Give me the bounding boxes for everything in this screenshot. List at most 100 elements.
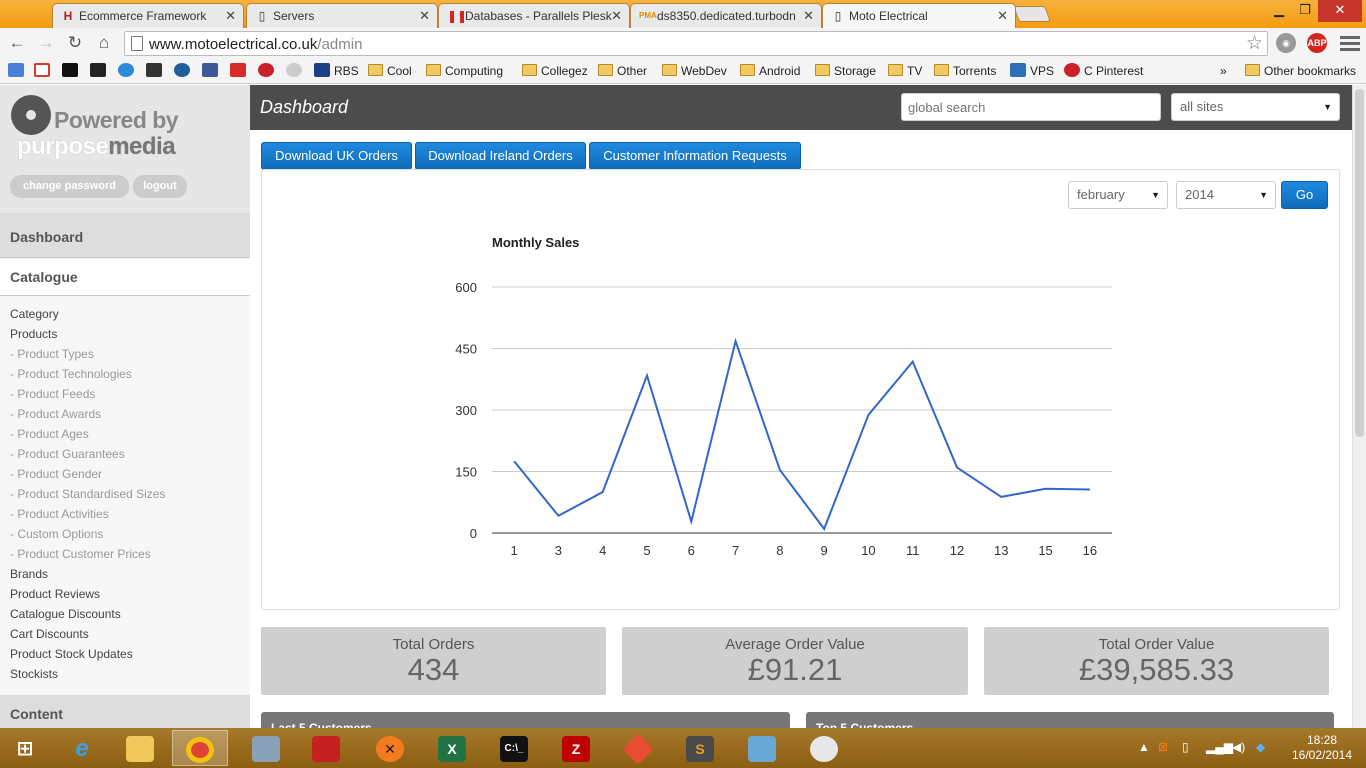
close-tab-icon[interactable]: ✕ <box>611 8 622 24</box>
logout-button[interactable]: logout <box>133 175 187 198</box>
bookmark-computing[interactable]: Computing <box>426 62 503 80</box>
wifi-signal-icon[interactable]: ▂▄▆ <box>1206 740 1233 754</box>
filezilla-icon[interactable]: Z <box>548 730 604 766</box>
xampp-icon[interactable]: ✕ <box>362 730 418 766</box>
sidebar-link[interactable]: - Product Activities <box>10 507 165 527</box>
pinterest-bookmark-icon[interactable] <box>258 62 278 80</box>
bookmark-tv[interactable]: TV <box>888 62 922 80</box>
bookmarks-overflow-chevron-icon[interactable]: » <box>1220 62 1227 80</box>
show-hidden-icons-icon[interactable]: ▲ <box>1138 740 1150 754</box>
command-prompt-icon[interactable]: C:\_ <box>486 730 542 766</box>
chrome-taskbar-icon[interactable] <box>172 730 228 766</box>
fish-bookmark-icon[interactable] <box>174 62 194 80</box>
bookmark-storage[interactable]: Storage <box>815 62 876 80</box>
xampp-tray-icon[interactable]: ⊠ <box>1158 740 1168 754</box>
bookmark-cool[interactable]: Cool <box>368 62 412 80</box>
browser-tab-databases[interactable]: ❚❚ Databases - Parallels Plesk ✕ <box>438 3 630 28</box>
bookmark-other[interactable]: Other <box>598 62 647 80</box>
network-computer-icon[interactable] <box>238 730 294 766</box>
bookmark-android[interactable]: Android <box>740 62 800 80</box>
close-tab-icon[interactable]: ✕ <box>997 8 1008 24</box>
facebook-bookmark-icon[interactable] <box>202 62 222 80</box>
dropbox-icon[interactable]: ◆ <box>1256 740 1265 754</box>
forward-arrow-icon[interactable]: → <box>35 32 57 54</box>
gmail-bookmark-icon[interactable] <box>34 62 54 80</box>
sidebar-link[interactable]: Product Stock Updates <box>10 647 165 667</box>
bookmark-pinterest[interactable]: C Pinterest <box>1064 62 1143 80</box>
sidebar-link[interactable]: Catalogue Discounts <box>10 607 165 627</box>
home-icon[interactable]: ⌂ <box>93 32 115 54</box>
close-tab-icon[interactable]: ✕ <box>803 8 814 24</box>
adblock-plus-icon[interactable]: ABP <box>1307 33 1327 53</box>
browser-tab-phpmyadmin[interactable]: PMA ds8350.dedicated.turbodn ✕ <box>630 3 822 28</box>
sidebar-link[interactable]: Product Reviews <box>10 587 165 607</box>
n-bookmark-icon[interactable] <box>62 62 82 80</box>
change-password-button[interactable]: change password <box>10 175 129 198</box>
browser-tab-ecommerce[interactable]: H Ecommerce Framework ✕ <box>52 3 244 28</box>
sidebar-link[interactable]: - Product Types <box>10 347 165 367</box>
device-tray-icon[interactable]: ▯ <box>1182 740 1189 754</box>
back-arrow-icon[interactable]: ← <box>6 32 28 54</box>
photo-viewer-icon[interactable] <box>734 730 790 766</box>
download-ireland-orders-button[interactable]: Download Ireland Orders <box>415 142 586 170</box>
global-search-input[interactable] <box>901 93 1161 121</box>
git-icon[interactable] <box>610 730 666 766</box>
sidebar-link[interactable]: - Custom Options <box>10 527 165 547</box>
sidebar-link[interactable]: - Product Customer Prices <box>10 547 165 567</box>
sidebar-item-content[interactable]: Content <box>0 695 250 728</box>
chrome-menu-icon[interactable] <box>1340 33 1360 53</box>
close-window-icon[interactable]: ✕ <box>1318 0 1362 22</box>
sidebar-link[interactable]: - Product Awards <box>10 407 165 427</box>
reddit-bookmark-icon[interactable] <box>286 62 306 80</box>
sidebar-item-dashboard[interactable]: Dashboard <box>0 213 250 258</box>
lw-bookmark-icon[interactable] <box>90 62 110 80</box>
sidebar-link[interactable]: Products <box>10 327 165 347</box>
bookmark-torrents[interactable]: Torrents <box>934 62 996 80</box>
sidebar-link[interactable]: Brands <box>10 567 165 587</box>
bookmark-star-icon[interactable]: ☆ <box>1246 32 1263 55</box>
sidebar-link[interactable]: Category <box>10 307 165 327</box>
sublime-text-icon[interactable]: S <box>672 730 728 766</box>
sidebar-link[interactable]: - Product Gender <box>10 467 165 487</box>
system-clock[interactable]: 18:28 16/02/2014 <box>1282 733 1362 763</box>
horse-bookmark-icon[interactable] <box>146 62 166 80</box>
bookmark-other-bookmarks[interactable]: Other bookmarks <box>1245 62 1356 80</box>
globe-extension-icon[interactable]: ◉ <box>1276 33 1296 53</box>
browser-tab-moto-electrical[interactable]: ▯ Moto Electrical ✕ <box>822 3 1016 28</box>
close-tab-icon[interactable]: ✕ <box>225 8 236 24</box>
browser-tab-servers[interactable]: ▯ Servers ✕ <box>246 3 438 28</box>
bookmark-collegez[interactable]: Collegez <box>522 62 588 80</box>
reload-icon[interactable]: ↻ <box>64 32 86 54</box>
close-tab-icon[interactable]: ✕ <box>419 8 430 24</box>
address-bar[interactable]: www.motoelectrical.co.uk/admin ☆ <box>124 31 1268 56</box>
sidebar-link[interactable]: - Product Standardised Sizes <box>10 487 165 507</box>
google-plus-bookmark-icon[interactable] <box>8 62 28 80</box>
sidebar-link[interactable]: - Product Ages <box>10 427 165 447</box>
sidebar-link[interactable]: - Product Feeds <box>10 387 165 407</box>
download-uk-orders-button[interactable]: Download UK Orders <box>261 142 412 170</box>
minimize-icon[interactable]: ▁ <box>1266 0 1292 22</box>
customer-information-requests-button[interactable]: Customer Information Requests <box>589 142 801 170</box>
adobe-reader-icon[interactable] <box>298 730 354 766</box>
bookmark-vps[interactable]: VPS <box>1010 62 1054 80</box>
internet-explorer-icon[interactable]: e <box>54 730 110 766</box>
sidebar-link[interactable]: Cart Discounts <box>10 627 165 647</box>
bird-bookmark-icon[interactable] <box>118 62 138 80</box>
new-tab-button[interactable] <box>1013 6 1051 22</box>
scrollbar-thumb[interactable] <box>1355 89 1364 437</box>
excel-icon[interactable]: X <box>424 730 480 766</box>
bookmark-webdev[interactable]: WebDev <box>662 62 727 80</box>
volume-icon[interactable]: ◀) <box>1232 740 1245 754</box>
page-scrollbar[interactable] <box>1352 85 1366 728</box>
file-explorer-icon[interactable] <box>112 730 168 766</box>
sidebar-item-catalogue[interactable]: Catalogue <box>0 259 250 296</box>
sidebar-link[interactable]: - Product Guarantees <box>10 447 165 467</box>
bookmark-rbs[interactable]: RBS <box>314 62 359 80</box>
sidebar-link[interactable]: - Product Technologies <box>10 367 165 387</box>
youtube-bookmark-icon[interactable] <box>230 62 250 80</box>
sidebar-link[interactable]: Stockists <box>10 667 165 687</box>
site-select[interactable]: all sites ▼ <box>1171 93 1340 121</box>
paint-icon[interactable] <box>796 730 852 766</box>
windows-start-icon[interactable]: ⊞ <box>0 730 50 766</box>
maximize-icon[interactable]: ❐ <box>1292 0 1318 22</box>
